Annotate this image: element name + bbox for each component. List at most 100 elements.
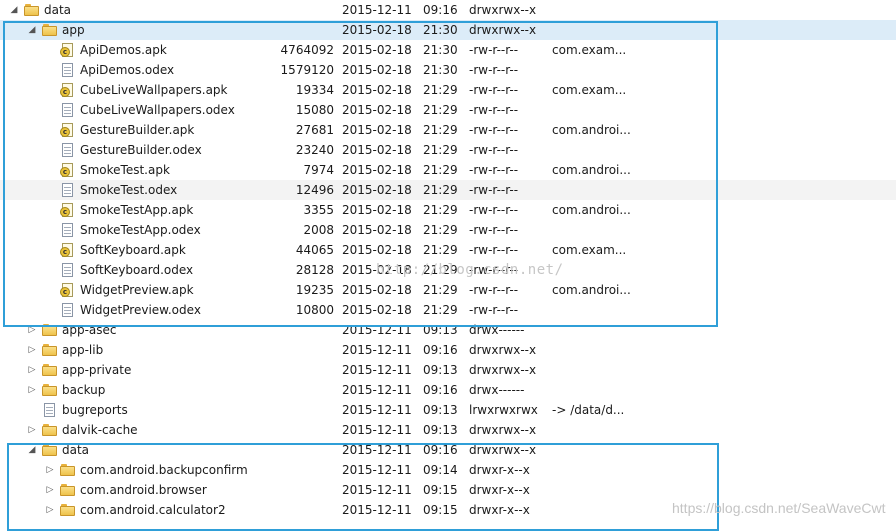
item-name: GestureBuilder.odex [80, 143, 202, 157]
size-cell [262, 420, 334, 440]
item-name: SmokeTest.apk [80, 163, 170, 177]
permissions-cell: drwxr-x--x [469, 483, 530, 497]
tree-row[interactable]: ◢ app 2015-02-18 21:30 drwxrwx--x [0, 20, 896, 40]
size-cell [262, 320, 334, 340]
collapse-arrow-icon[interactable]: ▷ [26, 380, 38, 400]
size-cell [262, 0, 334, 20]
tree-row[interactable]: WidgetPreview.odex 10800 2015-02-18 21:29 -r… [0, 300, 896, 320]
permissions-cell: drwxrwx--x [469, 363, 537, 377]
folder-icon [60, 503, 76, 517]
date-cell: 2015-12-11 [342, 503, 412, 517]
folder-icon [42, 363, 58, 377]
size-cell: 10800 [295, 303, 334, 317]
collapse-arrow-icon[interactable]: ▷ [44, 480, 56, 500]
date-cell: 2015-02-18 [342, 63, 412, 77]
tree-row[interactable]: c SoftKeyboard.apk 44065 2015-02-18 21:29 -rw… [0, 240, 896, 260]
info-cell [552, 180, 892, 200]
time-cell: 21:29 [423, 303, 458, 317]
size-cell: 4764092 [280, 43, 334, 57]
file-icon [60, 103, 76, 117]
size-cell [262, 380, 334, 400]
tree-row[interactable]: ◢ data 2015-12-11 09:16 drwxrwx--x [0, 0, 896, 20]
tree-row[interactable]: c SmokeTest.apk 7974 2015-02-18 21:29 -rw-r--… [0, 160, 896, 180]
time-cell: 21:30 [423, 43, 458, 57]
collapse-arrow-icon[interactable]: ▷ [26, 360, 38, 380]
tree-row[interactable]: c GestureBuilder.apk 27681 2015-02-18 21:29-… [0, 120, 896, 140]
tree-row[interactable]: SmokeTest.odex 12496 2015-02-18 21:29 -rw-r-… [0, 180, 896, 200]
tree-row[interactable]: c CubeLiveWallpapers.apk 19334 2015-02-18 21… [0, 80, 896, 100]
tree-row[interactable]: c ApiDemos.apk 4764092 2015-02-18 21:30 -rw-r… [0, 40, 896, 60]
permissions-cell: drwxrwx--x [469, 23, 537, 37]
time-cell: 09:13 [423, 323, 458, 337]
size-cell [262, 480, 334, 500]
info-cell: com.exam... [552, 43, 627, 57]
tree-row[interactable]: CubeLiveWallpapers.odex 15080 2015-02-18 21… [0, 100, 896, 120]
permissions-cell: -rw-r--r-- [469, 163, 519, 177]
permissions-cell: lrwxrwxrwx [469, 403, 538, 417]
apk-file-icon: c [60, 243, 76, 257]
collapse-arrow-icon[interactable]: ▷ [26, 320, 38, 340]
permissions-cell: drwxrwx--x [469, 3, 537, 17]
time-cell: 09:15 [423, 503, 458, 517]
folder-icon [42, 423, 58, 437]
permissions-cell: -rw-r--r-- [469, 143, 519, 157]
collapse-arrow-icon[interactable]: ▷ [26, 420, 38, 440]
permissions-cell: -rw-r--r-- [469, 243, 519, 257]
tree-row[interactable]: ▷ app-asec 2015-12-11 09:13 drwx------ [0, 320, 896, 340]
collapse-arrow-icon[interactable]: ▷ [44, 500, 56, 520]
item-name: SoftKeyboard.odex [80, 263, 194, 277]
expand-arrow-icon[interactable]: ◢ [26, 20, 38, 40]
tree-row[interactable]: ApiDemos.odex 1579120 2015-02-18 21:30 -rw-r… [0, 60, 896, 80]
tree-row[interactable]: ▷ app-lib 2015-12-11 09:16 drwxrwx--x [0, 340, 896, 360]
folder-icon [42, 383, 58, 397]
permissions-cell: -rw-r--r-- [469, 103, 519, 117]
size-cell [262, 500, 334, 520]
tree-row[interactable]: SmokeTestApp.odex 2008 2015-02-18 21:29 -rw-… [0, 220, 896, 240]
tree-row[interactable]: c SmokeTestApp.apk 3355 2015-02-18 21:29 -rw-… [0, 200, 896, 220]
tree-row[interactable]: ▷ backup 2015-12-11 09:16 drwx------ [0, 380, 896, 400]
size-cell: 44065 [295, 243, 334, 257]
permissions-cell: -rw-r--r-- [469, 63, 519, 77]
item-name: bugreports [62, 403, 128, 417]
file-icon [60, 183, 76, 197]
tree-row[interactable]: SoftKeyboard.odex 28128 2015-02-18 21:29 -rw… [0, 260, 896, 280]
permissions-cell: drwx------ [469, 323, 525, 337]
tree-row[interactable]: c WidgetPreview.apk 19235 2015-02-18 21:29 -r… [0, 280, 896, 300]
time-cell: 09:16 [423, 443, 458, 457]
item-name: com.android.calculator2 [80, 503, 226, 517]
date-cell: 2015-02-18 [342, 283, 412, 297]
item-name: backup [62, 383, 106, 397]
item-name: app [62, 23, 85, 37]
tree-row[interactable]: ◢ data 2015-12-11 09:16 drwxrwx--x [0, 440, 896, 460]
size-cell [262, 340, 334, 360]
size-cell: 3355 [303, 203, 334, 217]
expand-arrow-icon[interactable]: ◢ [26, 440, 38, 460]
time-cell: 21:29 [423, 123, 458, 137]
date-cell: 2015-02-18 [342, 103, 412, 117]
folder-icon [60, 463, 76, 477]
date-cell: 2015-12-11 [342, 443, 412, 457]
item-name: data [44, 3, 72, 17]
date-cell: 2015-12-11 [342, 403, 412, 417]
item-name: WidgetPreview.apk [80, 283, 194, 297]
info-cell [552, 100, 892, 120]
tree-row[interactable]: ▷ com.android.browser 2015-12-11 09:15 drwxr… [0, 480, 896, 500]
permissions-cell: drwxr-x--x [469, 463, 530, 477]
size-cell: 27681 [295, 123, 334, 137]
expand-arrow-icon[interactable]: ◢ [8, 0, 20, 20]
size-cell: 2008 [303, 223, 334, 237]
size-cell [262, 460, 334, 480]
tree-row[interactable]: ▷ dalvik-cache 2015-12-11 09:13 drwxrwx--x [0, 420, 896, 440]
file-icon [60, 223, 76, 237]
item-name: app-private [62, 363, 132, 377]
tree-row[interactable]: ▷ com.android.calculator2 2015-12-11 09:15 d… [0, 500, 896, 520]
tree-row[interactable]: ▷ com.android.backupconfirm 2015-12-11 09:1… [0, 460, 896, 480]
tree-row[interactable]: ▷ app-private 2015-12-11 09:13 drwxrwx--x [0, 360, 896, 380]
collapse-arrow-icon[interactable]: ▷ [26, 340, 38, 360]
collapse-arrow-icon[interactable]: ▷ [44, 460, 56, 480]
tree-row[interactable]: GestureBuilder.odex 23240 2015-02-18 21:29-… [0, 140, 896, 160]
file-icon [60, 63, 76, 77]
tree-row[interactable]: bugreports 2015-12-11 09:13 lrwxrwxrwx -> /d… [0, 400, 896, 420]
info-cell [552, 260, 892, 280]
info-cell [552, 0, 892, 20]
